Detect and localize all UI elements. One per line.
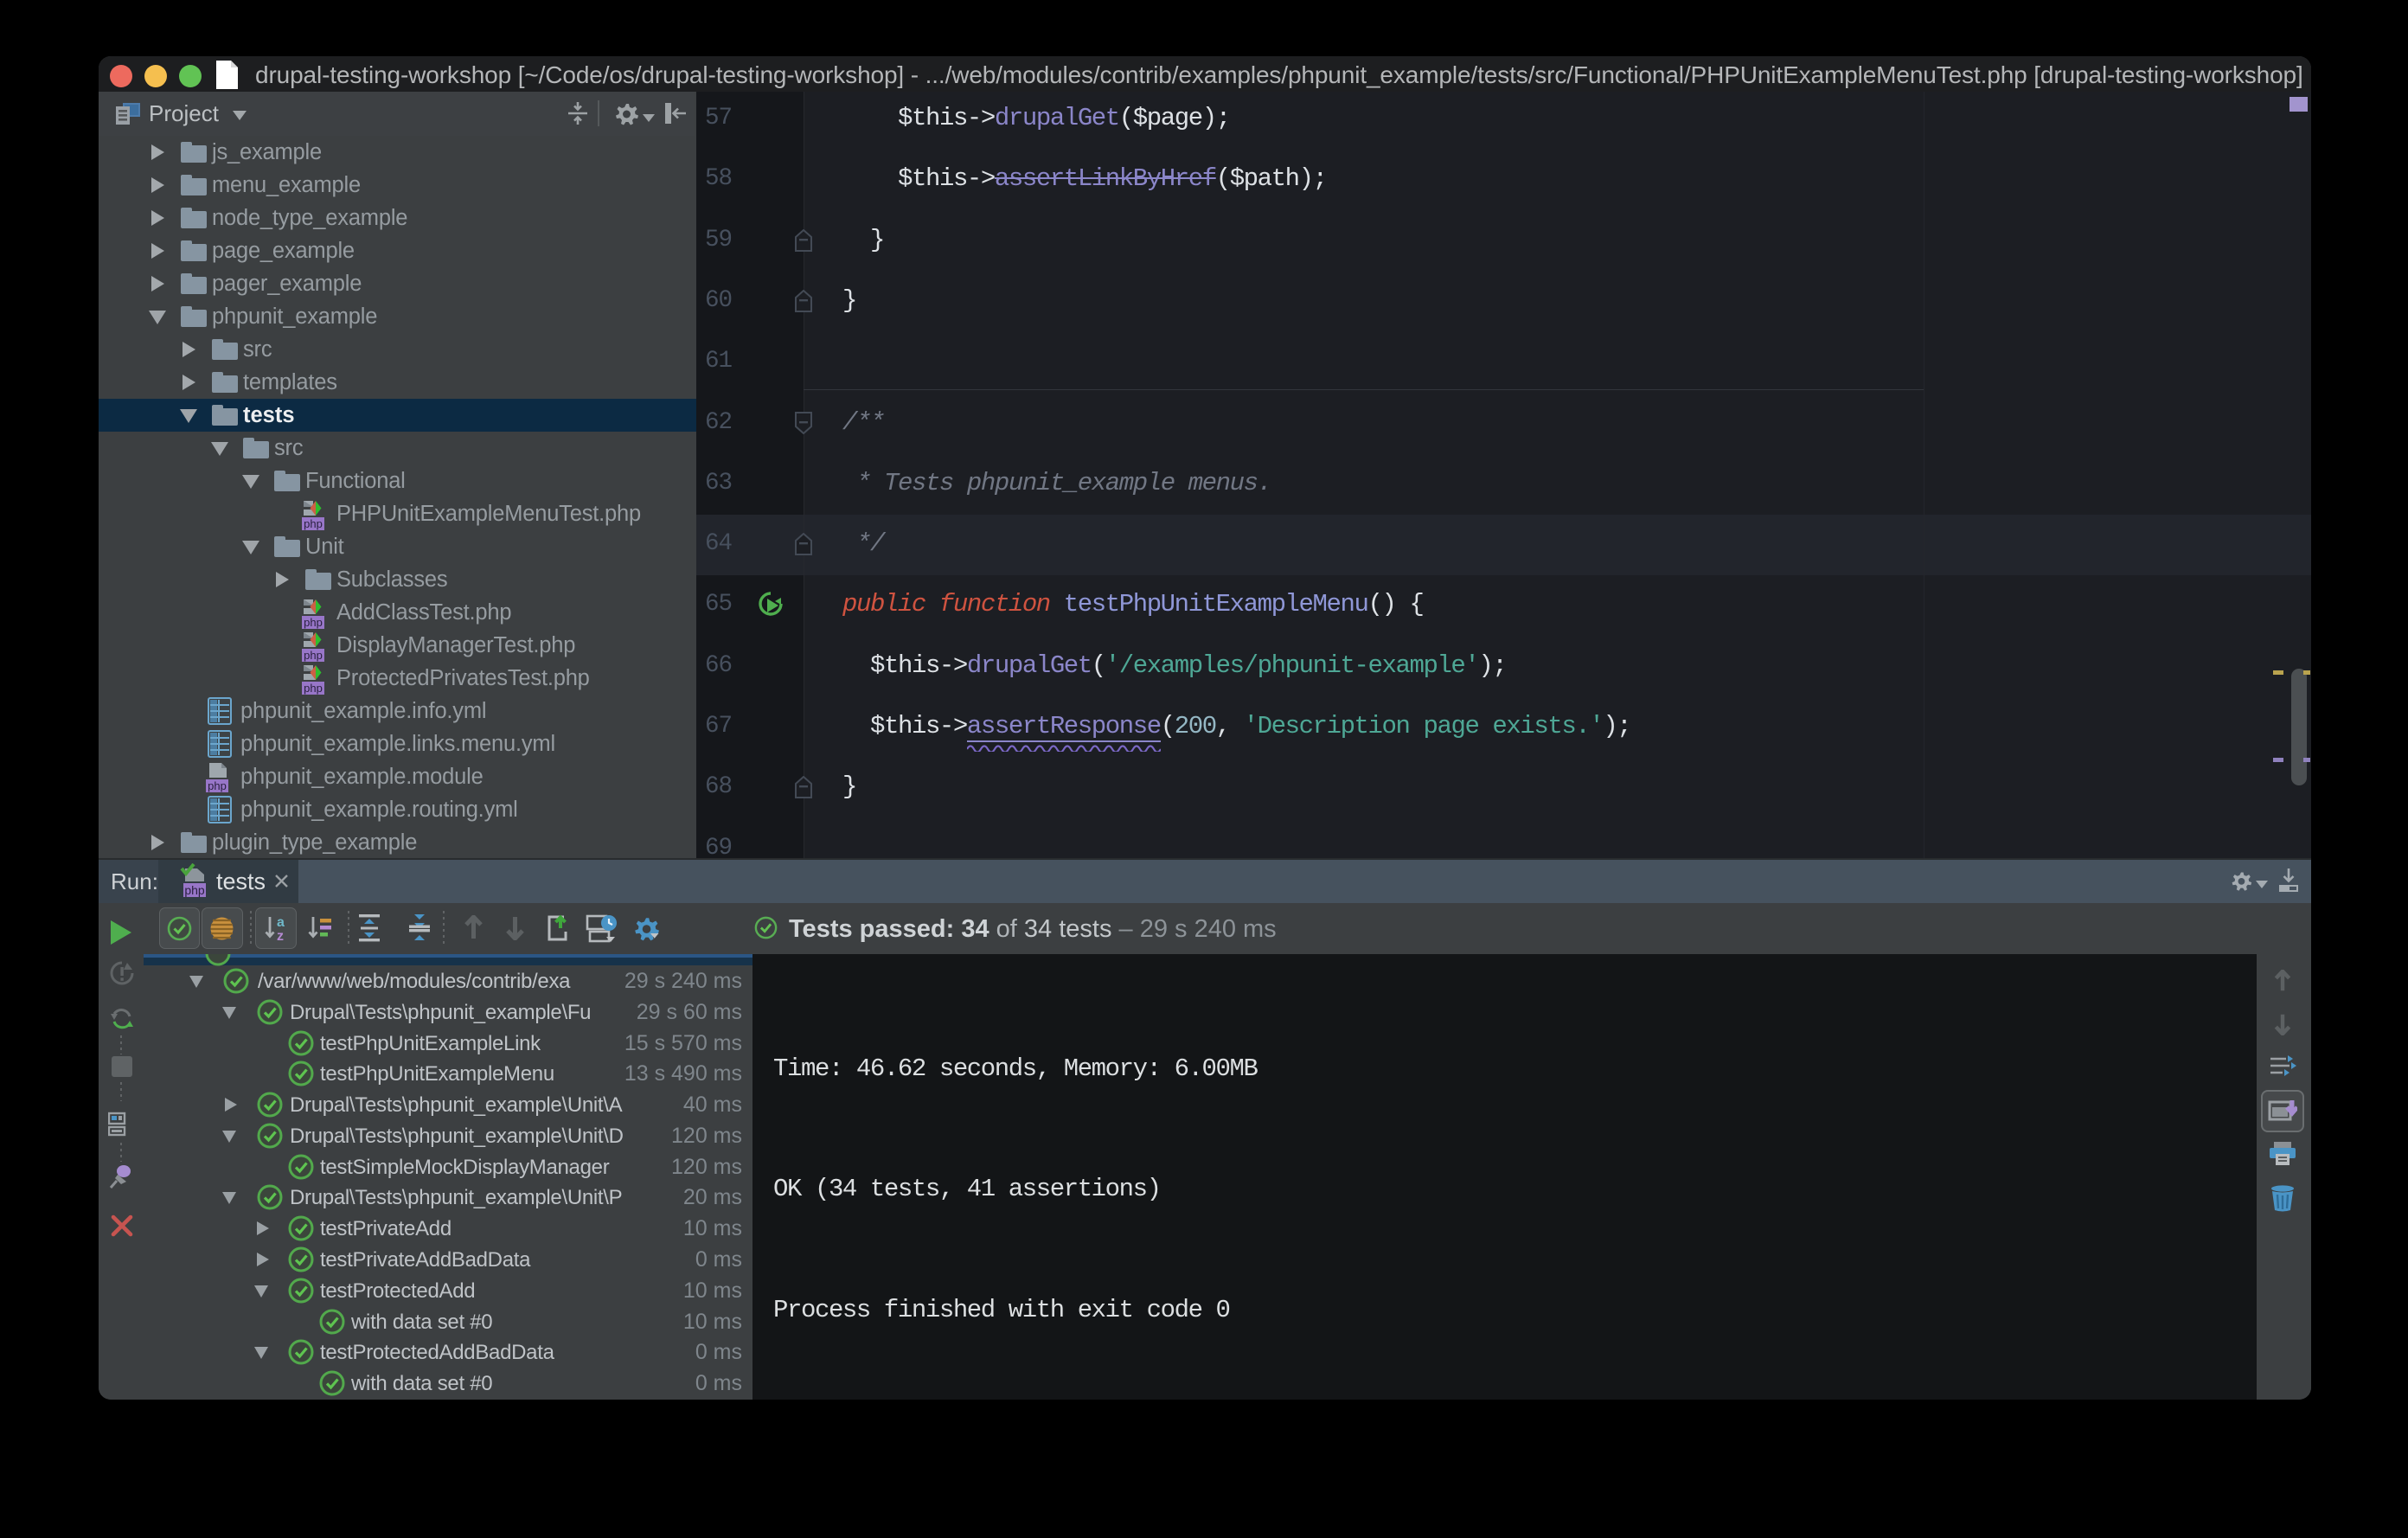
svg-text:z: z xyxy=(277,929,284,942)
svg-text:php: php xyxy=(208,779,227,792)
svg-text:php: php xyxy=(184,883,205,897)
svg-text:php: php xyxy=(304,517,323,530)
svg-text:a: a xyxy=(277,915,285,930)
svg-text:php: php xyxy=(304,649,323,662)
svg-text:php: php xyxy=(304,616,323,629)
svg-text:php: php xyxy=(304,682,323,695)
